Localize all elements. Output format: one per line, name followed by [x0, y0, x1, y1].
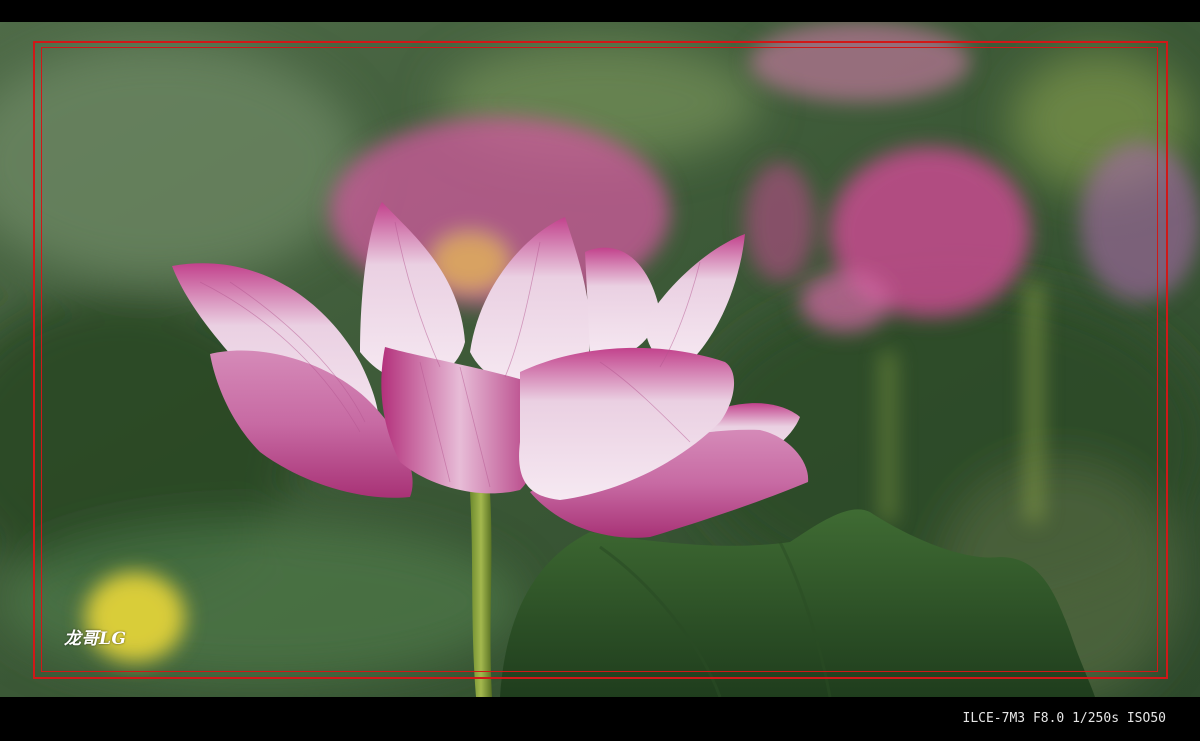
lotus-photo [0, 22, 1200, 697]
lotus-photo-graphic [0, 22, 1200, 697]
photographer-signature: 龙哥LG [64, 629, 127, 649]
exif-caption: ILCE-7M3 F8.0 1/250s ISO50 [962, 711, 1167, 726]
photo-frame: 龙哥LG ILCE-7M3 F8.0 1/250s ISO50 [0, 0, 1200, 741]
